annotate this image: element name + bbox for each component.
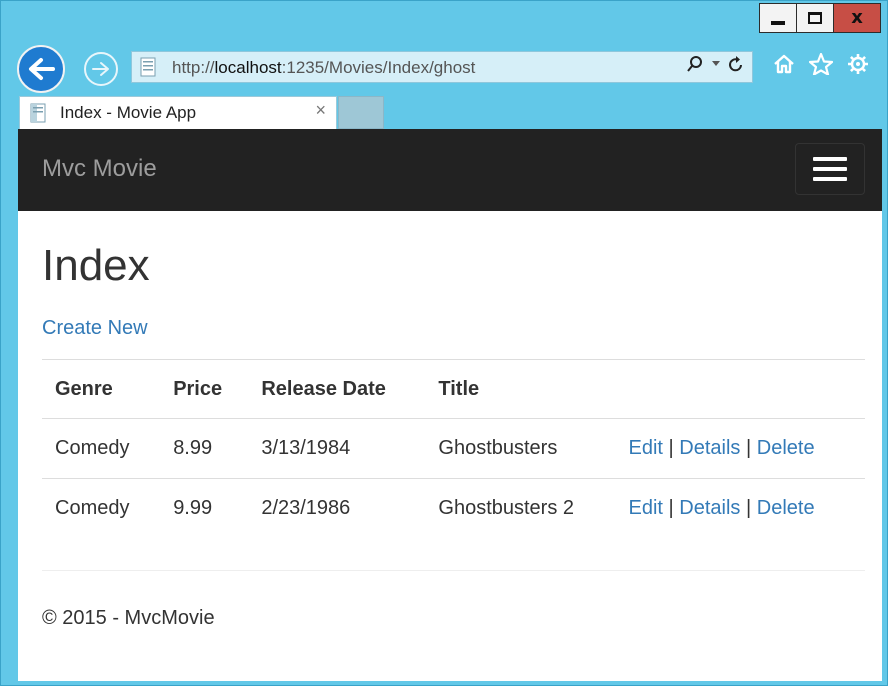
footer-text: © 2015 - MvcMovie bbox=[42, 607, 215, 629]
menu-toggle-button[interactable] bbox=[795, 143, 865, 195]
tab-title: Index - Movie App bbox=[60, 103, 197, 122]
back-arrow-icon bbox=[29, 58, 55, 80]
url-scheme: http:// bbox=[172, 58, 215, 77]
edit-link[interactable]: Edit bbox=[629, 437, 663, 459]
close-tab-icon[interactable]: × bbox=[315, 100, 326, 121]
search-icon[interactable] bbox=[686, 55, 704, 73]
close-window-button[interactable]: x bbox=[833, 3, 881, 33]
cell-release-date: 2/23/1986 bbox=[261, 497, 351, 519]
hamburger-icon-bar bbox=[813, 177, 847, 181]
page-title: Index bbox=[42, 241, 150, 290]
delete-link[interactable]: Delete bbox=[757, 437, 815, 459]
cell-title: Ghostbusters 2 bbox=[438, 497, 575, 519]
gear-icon[interactable] bbox=[847, 53, 869, 75]
column-header-genre: Genre bbox=[55, 377, 113, 400]
cell-actions: Edit | Details | Delete bbox=[616, 479, 866, 539]
browser-toolbar bbox=[773, 53, 869, 75]
separator: | bbox=[746, 497, 752, 519]
delete-link[interactable]: Delete bbox=[757, 497, 815, 519]
column-header-title: Title bbox=[438, 377, 480, 400]
cell-price: 9.99 bbox=[173, 497, 213, 519]
maximize-button[interactable] bbox=[796, 3, 834, 33]
column-header-price: Price bbox=[173, 377, 223, 400]
column-header-release-date: Release Date bbox=[261, 377, 386, 400]
table-row: Comedy 9.99 2/23/1986 Ghostbusters 2 Edi… bbox=[42, 478, 866, 539]
hamburger-icon-bar bbox=[813, 157, 847, 161]
close-icon: x bbox=[851, 7, 863, 28]
minimize-icon bbox=[771, 21, 785, 25]
url-host: localhost bbox=[214, 58, 282, 77]
page-viewport: Mvc Movie Index Create New Genre Price R… bbox=[18, 129, 882, 681]
details-link[interactable]: Details bbox=[679, 437, 740, 459]
cell-title: Ghostbusters bbox=[438, 437, 558, 459]
separator: | bbox=[668, 497, 674, 519]
address-bar[interactable]: http://localhost:1235/Movies/Index/ghost bbox=[131, 51, 753, 83]
separator: | bbox=[668, 437, 674, 459]
star-icon[interactable] bbox=[809, 53, 833, 75]
browser-tab[interactable]: Index - Movie App × bbox=[19, 96, 337, 129]
cell-genre: Comedy bbox=[55, 497, 130, 519]
new-tab-button[interactable] bbox=[338, 96, 384, 129]
cell-actions: Edit | Details | Delete bbox=[616, 419, 866, 479]
home-icon[interactable] bbox=[773, 53, 795, 75]
movies-table: Genre Price Release Date Title Comedy 8.… bbox=[42, 359, 865, 538]
create-new-link[interactable]: Create New bbox=[42, 317, 148, 340]
browser-window: x http://localhost:1235/Movies/Index/gho… bbox=[0, 0, 888, 686]
forward-arrow-icon bbox=[92, 62, 109, 76]
details-link[interactable]: Details bbox=[679, 497, 740, 519]
window-caption-buttons: x bbox=[759, 3, 881, 33]
forward-button[interactable] bbox=[84, 52, 118, 86]
refresh-icon[interactable] bbox=[728, 55, 744, 73]
address-tools bbox=[686, 55, 744, 73]
table-header-row: Genre Price Release Date Title bbox=[42, 359, 866, 419]
url-path: :1235/Movies/Index/ghost bbox=[281, 58, 476, 77]
page-icon bbox=[140, 57, 156, 77]
column-header-actions bbox=[616, 360, 866, 419]
brand-link[interactable]: Mvc Movie bbox=[42, 155, 157, 183]
footer-divider bbox=[42, 570, 865, 571]
site-navbar: Mvc Movie bbox=[18, 129, 882, 211]
url-text[interactable]: http://localhost:1235/Movies/Index/ghost bbox=[172, 58, 475, 78]
minimize-button[interactable] bbox=[759, 3, 797, 33]
separator: | bbox=[746, 437, 752, 459]
edit-link[interactable]: Edit bbox=[629, 497, 663, 519]
back-button[interactable] bbox=[17, 45, 65, 93]
cell-genre: Comedy bbox=[55, 437, 130, 459]
chevron-down-icon[interactable] bbox=[712, 61, 720, 67]
hamburger-icon-bar bbox=[813, 167, 847, 171]
page-icon bbox=[30, 103, 46, 123]
maximize-icon bbox=[808, 12, 822, 24]
table-row: Comedy 8.99 3/13/1984 Ghostbusters Edit … bbox=[42, 418, 866, 479]
cell-release-date: 3/13/1984 bbox=[261, 437, 351, 459]
cell-price: 8.99 bbox=[173, 437, 213, 459]
